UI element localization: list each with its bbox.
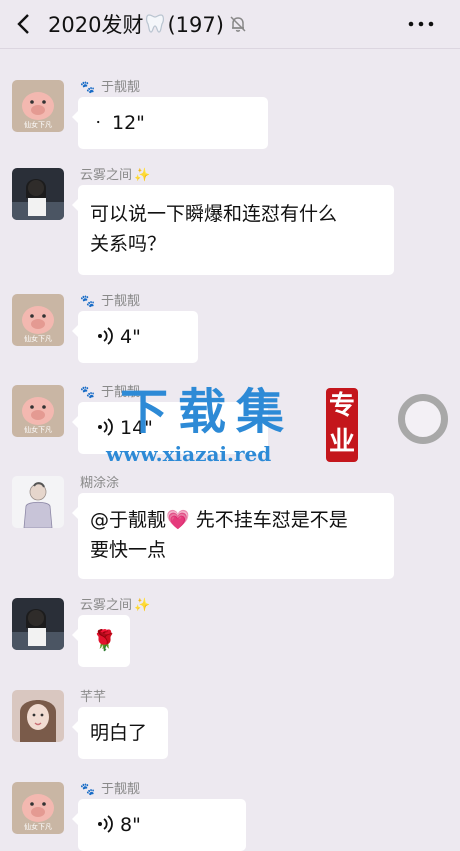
avatar[interactable]: 仙女下凡 [12, 80, 64, 132]
svg-text:仙女下凡: 仙女下凡 [24, 120, 52, 129]
muted-bell-icon [230, 16, 246, 32]
sender-name: 🐾 于靓靓 [80, 782, 140, 797]
voice-wave-icon [98, 815, 113, 833]
emoji-bubble[interactable]: 🌹 [72, 615, 130, 667]
text-bubble[interactable]: @于靓靓💗 先不挂车怼是不是 要快一点 [72, 493, 394, 579]
watermark-seal: 专 业 [326, 388, 358, 462]
paw-icon: 🐾 [80, 782, 95, 796]
message-line: @于靓靓💗 先不挂车怼是不是 [90, 509, 348, 531]
avatar[interactable] [12, 476, 64, 528]
svg-text:仙女下凡: 仙女下凡 [24, 425, 52, 434]
avatar[interactable] [12, 690, 64, 742]
pig-avatar-icon: 仙女下凡 [12, 782, 64, 834]
sparkle-icon: ✨ [134, 168, 151, 183]
text-bubble[interactable]: 明白了 [72, 707, 168, 759]
sparkle-icon: ✨ [134, 598, 151, 613]
chat-title: 2020发财 (197) [48, 9, 224, 39]
avatar[interactable] [12, 598, 64, 650]
sender-name: 🐾 于靓靓 [80, 294, 140, 309]
voice-bubble[interactable]: 8" [72, 799, 246, 851]
message-line: 可以说一下瞬爆和连怼有什么 [90, 203, 338, 225]
pig-avatar-icon: 仙女下凡 [12, 80, 64, 132]
paw-icon: 🐾 [80, 294, 95, 308]
svg-text:仙女下凡: 仙女下凡 [24, 334, 52, 343]
tooth-icon [146, 14, 165, 33]
sender-name: 云雾之间 ✨ [80, 168, 151, 183]
voice-wave-icon [97, 120, 100, 124]
voice-bubble[interactable]: 4" [72, 311, 198, 363]
rose-emoji: 🌹 [92, 628, 117, 652]
sender-name: 糊涂涂 [80, 476, 120, 491]
member-count: (197) [167, 13, 224, 37]
voice-duration: 4" [120, 326, 141, 348]
group-name: 2020发财 [48, 13, 144, 37]
girl-photo-avatar-icon [12, 598, 64, 650]
pig-avatar-icon: 仙女下凡 [12, 294, 64, 346]
avatar[interactable]: 仙女下凡 [12, 385, 64, 437]
message-line: 关系吗？ [90, 233, 167, 255]
svg-text:仙女下凡: 仙女下凡 [24, 822, 52, 831]
floating-assistive-button[interactable] [398, 394, 448, 444]
person-sketch-avatar-icon [12, 476, 64, 528]
pig-avatar-icon: 仙女下凡 [12, 385, 64, 437]
paw-icon: 🐾 [80, 80, 95, 94]
message-line: 要快一点 [90, 539, 167, 561]
avatar[interactable]: 仙女下凡 [12, 782, 64, 834]
voice-duration: 12" [112, 112, 145, 134]
avatar[interactable]: 仙女下凡 [12, 294, 64, 346]
more-dots-icon[interactable] [405, 12, 437, 36]
voice-wave-icon [98, 418, 113, 436]
sender-name: 🐾 于靓靓 [80, 80, 140, 95]
sender-name: 云雾之间 ✨ [80, 598, 151, 613]
sender-name: 芊芊 [80, 690, 107, 705]
voice-wave-icon [98, 327, 113, 345]
girl-photo-avatar-icon [12, 690, 64, 742]
voice-duration: 8" [120, 814, 141, 836]
paw-icon: 🐾 [80, 385, 95, 399]
girl-photo-avatar-icon [12, 168, 64, 220]
message-line: 明白了 [90, 722, 148, 744]
text-bubble[interactable]: 可以说一下瞬爆和连怼有什么 关系吗？ [72, 185, 394, 275]
sender-name: 🐾 于靓靓 [80, 385, 140, 400]
avatar[interactable] [12, 168, 64, 220]
voice-duration: 14" [120, 417, 153, 439]
chat-header: 2020发财 (197) [0, 0, 460, 49]
voice-bubble[interactable]: 12" [72, 97, 268, 149]
chevron-left-icon[interactable] [10, 10, 38, 38]
voice-bubble[interactable]: 14" [72, 402, 268, 454]
